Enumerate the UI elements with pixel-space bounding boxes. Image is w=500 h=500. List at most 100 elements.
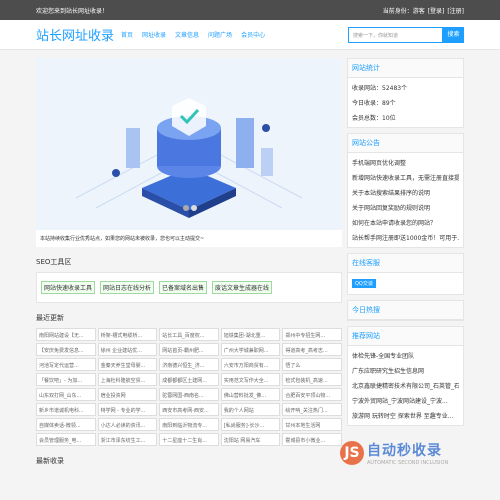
recent-site-link[interactable]: 会员管理服务_电... xyxy=(36,433,96,446)
watermark-circle: JS xyxy=(340,441,364,465)
recent-site-link[interactable]: 金秦天养生堂母婴... xyxy=(97,358,158,371)
recent-site-link[interactable]: 【安庆免费发信息... xyxy=(36,343,96,356)
stat-row: 会员总数：10位 xyxy=(352,115,396,122)
seo-link-log-analysis[interactable]: 网站日志在线分析 xyxy=(100,281,155,294)
recent-site-link[interactable]: 悟了么 xyxy=(282,358,342,371)
site-logo[interactable]: 站长网址收录 xyxy=(36,25,121,44)
recent-site-link[interactable]: 合肥百安平顶山物... xyxy=(282,388,342,401)
recent-site-link[interactable]: [私尚服务]-长沙... xyxy=(220,418,281,431)
recent-site-link[interactable]: 小达人必读的资讯... xyxy=(97,418,158,431)
isometric-security-illustration xyxy=(36,58,342,230)
sidebar: 网站统计 收录网站：52483个 今日收录：89个 会员总数：10位 网站公告 … xyxy=(347,58,464,431)
recent-site-link[interactable]: 「餐饮吧」- 为加... xyxy=(36,373,96,386)
seo-link-fast-collect[interactable]: 网站快速收录工具 xyxy=(41,281,96,294)
service-panel: 在线客服 QQ交谈 xyxy=(347,253,464,295)
stat-row: 收录网站：52483个 xyxy=(352,85,408,92)
recent-site-link[interactable]: 六安市万阳商贸有... xyxy=(220,358,281,371)
user-status: 当前身份：游客 [登录] [注册] xyxy=(382,6,464,15)
main-nav: 首页 网址收录 文章信息 问题广场 会员中心 xyxy=(121,30,348,39)
seo-tools: 网站快速收录工具 网站日志在线分析 已备案域名出售 废话文章生成器在线 xyxy=(36,272,342,303)
seo-link-domain-sale[interactable]: 已备案域名出售 xyxy=(159,281,208,294)
recent-site-link[interactable]: 新乡市谱诚机电科... xyxy=(36,403,96,416)
recommend-panel: 推荐网站 体检先锋-全国专业团队 广东应职研究生招生信息网 北京鑫联捷精密技术有… xyxy=(347,326,464,426)
watermark-logo: JS 自动秒收录 AUTOMATIC SECOND INCLUSION xyxy=(340,438,490,468)
recent-site-link[interactable]: 上海杜科隆航空贸... xyxy=(97,373,158,386)
recent-site-link[interactable]: 南阳到临沂物流专... xyxy=(159,418,219,431)
recent-grid: 南阳网站建设【无... 桥架-槽式电缆桥... 站长工具_百度权... 旭铁集团-湖北… xyxy=(36,328,342,446)
identity-text: 当前身份：游客 xyxy=(382,7,425,15)
nav-questions[interactable]: 问题广场 xyxy=(208,30,232,39)
recent-site-link[interactable]: 宿业投资网 xyxy=(97,388,158,401)
nav-articles[interactable]: 文章信息 xyxy=(175,30,199,39)
notice-item[interactable]: 关于网站回复奖励的规则说明 xyxy=(352,200,459,215)
recent-site-link[interactable]: 十二星座十二生肖... xyxy=(159,433,219,446)
recent-site-link[interactable]: 特学网 - 专业的学... xyxy=(97,403,158,416)
search-input[interactable]: 搜索一下，你就知道 xyxy=(348,26,443,43)
recent-site-link[interactable]: 驼蓉网国-西南名... xyxy=(159,388,219,401)
recent-site-link[interactable]: 河池写定代运营... xyxy=(36,358,96,371)
watermark-subtext: AUTOMATIC SECOND INCLUSION xyxy=(367,460,449,466)
hot-panel: 今日热搜 xyxy=(347,300,464,321)
recent-site-link[interactable]: 西安市高考网-西安... xyxy=(159,403,219,416)
nav-site-collect[interactable]: 网址收录 xyxy=(142,30,166,39)
recent-site-link[interactable]: 广州大学城兼职网... xyxy=(220,343,281,356)
notice-panel: 网站公告 手机端网页优化调整 新增网站快速收录工具，无需注册直接提... 关于本… xyxy=(347,133,464,248)
seo-link-article-generator[interactable]: 废话文章生成器在线 xyxy=(212,281,273,294)
recent-section-title: 最近更新 xyxy=(36,314,64,322)
notice-item[interactable]: 手机端网页优化调整 xyxy=(352,155,459,170)
recent-site-link[interactable]: 站长工具_百度权... xyxy=(159,328,219,341)
stats-title: 网站统计 xyxy=(348,59,463,78)
recent-site-link[interactable]: 桥架-槽式电缆桥... xyxy=(97,328,158,341)
recent-site-link[interactable]: 沈阳站 网易汽车 xyxy=(220,433,281,446)
search-button[interactable]: 搜索 xyxy=(443,26,464,43)
recent-site-link[interactable]: 检式包装机_高速... xyxy=(282,373,342,386)
main-content: 本站持续收集行业优秀站点，如果您的网站未被收录，您也可以主动提交~ SEO工具区… xyxy=(36,58,342,471)
header: 站长网址收录 首页 网址收录 文章信息 问题广场 会员中心 搜索一下，你就知道 … xyxy=(0,20,500,50)
recent-site-link[interactable]: 济南德兴恒生_济... xyxy=(159,358,219,371)
notice-item[interactable]: 关于本站搜索结果排序的说明 xyxy=(352,185,459,200)
recent-site-link[interactable]: 我的个人网站 xyxy=(220,403,281,416)
top-bar: 欢迎您来到站长网址收录！ 当前身份：游客 [登录] [注册] xyxy=(0,0,500,20)
login-link[interactable]: [登录] xyxy=(428,8,445,15)
latest-section-title: 最新收录 xyxy=(36,457,64,465)
stats-panel: 网站统计 收录网站：52483个 今日收录：89个 会员总数：10位 xyxy=(347,58,464,128)
recent-site-link[interactable]: 南阳网站建设【无... xyxy=(36,328,96,341)
banner-image[interactable] xyxy=(36,58,342,230)
notice-item[interactable]: 新增网站快速收录工具，无需注册直接提... xyxy=(352,170,459,185)
recent-site-link[interactable]: 徐州 企业建站优... xyxy=(97,343,158,356)
register-link[interactable]: [注册] xyxy=(447,8,464,15)
recent-site-link[interactable]: 浙江市泽东纺生工... xyxy=(97,433,158,446)
recent-site-link[interactable]: 绘开呐_关注热门... xyxy=(282,403,342,416)
notice-title: 网站公告 xyxy=(348,134,463,153)
qq-chat-button[interactable]: QQ交谈 xyxy=(352,279,376,288)
recent-site-link[interactable]: 网站首页-霸州肥... xyxy=(159,343,219,356)
recent-site-link[interactable]: 成都都都区土建网... xyxy=(159,373,219,386)
recommend-item[interactable]: 广东应职研究生招生信息网 xyxy=(352,363,459,378)
recent-site-link[interactable]: 甘州本地生活网 xyxy=(282,418,342,431)
notice-item[interactable]: 站长帮手网注册即送1000金币！可用于... xyxy=(352,230,459,245)
search-box: 搜索一下，你就知道 搜索 xyxy=(348,26,464,43)
recent-site-link[interactable]: 山东双打网_山东... xyxy=(36,388,96,401)
recent-site-link[interactable]: 自媒体卖话-微领... xyxy=(36,418,96,431)
welcome-text: 欢迎您来到站长网址收录！ xyxy=(36,7,109,15)
watermark-text: 自动秒收录 xyxy=(367,443,442,459)
recommend-item[interactable]: 旅游网 玩转时空 探索世界 至趣专业... xyxy=(352,408,459,423)
recent-site-link[interactable]: 旭铁集团-湖北重... xyxy=(220,328,281,341)
recent-site-link[interactable]: 郑州中专招生网... xyxy=(282,328,342,341)
stat-row: 今日收录：89个 xyxy=(352,100,396,107)
banner-note: 本站持续收集行业优秀站点，如果您的网站未被收录，您也可以主动提交~ xyxy=(36,230,342,247)
recent-site-link[interactable]: 佛山营料批发_佛... xyxy=(220,388,281,401)
recommend-item[interactable]: 北京鑫联捷精密技术有限公司_石英管_石... xyxy=(352,378,459,393)
notice-item[interactable]: 如何在本站申请收录您的网站？ xyxy=(352,215,459,230)
nav-member[interactable]: 会员中心 xyxy=(241,30,265,39)
recommend-item[interactable]: 宁波外贸网站_宁波网站建设_宁波... xyxy=(352,393,459,408)
recommend-title: 推荐网站 xyxy=(348,327,463,346)
service-title: 在线客服 xyxy=(348,254,463,273)
nav-home[interactable]: 首页 xyxy=(121,30,133,39)
recent-site-link[interactable]: 实用范文写作大全... xyxy=(220,373,281,386)
recent-site-link[interactable]: 霍城县市小微业... xyxy=(282,433,342,446)
recent-site-link[interactable]: 得道高考_高考志... xyxy=(282,343,342,356)
recommend-item[interactable]: 体检先锋-全国专业团队 xyxy=(352,348,459,363)
seo-section-title: SEO工具区 xyxy=(36,258,72,266)
hot-title: 今日热搜 xyxy=(348,301,463,320)
